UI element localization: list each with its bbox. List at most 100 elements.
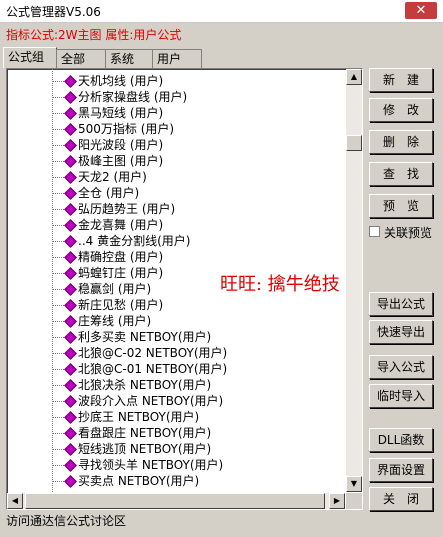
- tree-connector: [52, 161, 64, 162]
- export-formula-button[interactable]: 导出公式: [369, 292, 433, 316]
- tree-connector: [52, 385, 64, 386]
- horizontal-scroll-thumb[interactable]: [25, 493, 325, 509]
- tree-item[interactable]: 天龙2 (用户): [52, 169, 342, 185]
- tree-item-label: 稳赢剑 (用户): [78, 282, 152, 296]
- formula-node-icon: [64, 75, 77, 88]
- quick-export-button[interactable]: 快速导出: [369, 320, 433, 344]
- ui-settings-button[interactable]: 界面设置: [369, 458, 433, 482]
- tree-connector: [52, 97, 64, 98]
- tree-item[interactable]: 北狼@C-02 NETBOY(用户): [52, 345, 342, 361]
- linked-preview-label: 关联预览: [384, 226, 433, 240]
- import-formula-button[interactable]: 导入公式: [369, 355, 433, 379]
- formula-node-icon: [64, 91, 77, 104]
- watermark-text: 旺旺: 擒牛绝技: [220, 274, 340, 295]
- tree-item-label: 精确控盘 (用户): [78, 250, 164, 264]
- tree-item[interactable]: 买卖点 NETBOY(用户): [52, 473, 342, 489]
- tree-item-label: 寻找领头羊 NETBOY(用户): [78, 458, 224, 472]
- tree-item[interactable]: 庄筹线 (用户): [52, 313, 342, 329]
- tree-item-label: 北狼决杀 NETBOY(用户): [78, 378, 212, 392]
- tree-item[interactable]: 天机均线 (用户): [52, 73, 342, 89]
- tree-connector: [52, 129, 64, 130]
- tree-item[interactable]: 分析家操盘线 (用户): [52, 89, 342, 105]
- tree-item[interactable]: 抄底王 NETBOY(用户): [52, 409, 342, 425]
- temp-import-button[interactable]: 临时导入: [369, 384, 433, 408]
- horizontal-scrollbar[interactable]: ◀ ▶: [7, 493, 345, 509]
- tree-item[interactable]: 弘历趋势王 (用户): [52, 201, 342, 217]
- formula-node-icon: [64, 267, 77, 280]
- tree-item-label: 新庄见愁 (用户): [78, 298, 164, 312]
- formula-node-icon: [64, 171, 77, 184]
- formula-node-icon: [64, 235, 77, 248]
- formula-info: 指标公式:2W主图 属性:用户公式: [6, 28, 182, 42]
- tree-connector: [52, 209, 64, 210]
- tree-item-label: 波段介入点 NETBOY(用户): [78, 394, 224, 408]
- dll-functions-button[interactable]: DLL函数: [369, 428, 433, 452]
- tree-connector: [52, 305, 64, 306]
- tree-connector: [52, 337, 64, 338]
- find-button[interactable]: 查 找: [369, 162, 433, 186]
- status-link[interactable]: 访问通达信公式讨论区: [6, 512, 126, 529]
- scroll-right-icon[interactable]: ▶: [329, 493, 345, 509]
- new-button[interactable]: 新 建: [369, 68, 433, 92]
- tree-item-label: 500万指标 (用户): [78, 122, 175, 136]
- tree-item[interactable]: 利多买卖 NETBOY(用户): [52, 329, 342, 345]
- tree-item[interactable]: 黑马短线 (用户): [52, 105, 342, 121]
- tree-item-label: 短线逃顶 NETBOY(用户): [78, 442, 212, 456]
- tree-item-label: 阳光波段 (用户): [78, 138, 164, 152]
- tree-item-label: 北狼@C-02 NETBOY(用户): [78, 346, 228, 360]
- tree-item[interactable]: 北狼@C-01 NETBOY(用户): [52, 361, 342, 377]
- tree-item[interactable]: 北狼决杀 NETBOY(用户): [52, 377, 342, 393]
- checkbox-box[interactable]: [369, 226, 380, 237]
- formula-node-icon: [64, 283, 77, 296]
- tree-item[interactable]: 短线逃顶 NETBOY(用户): [52, 441, 342, 457]
- scroll-up-icon[interactable]: ▲: [346, 69, 362, 85]
- formula-node-icon: [64, 299, 77, 312]
- tree-connector: [52, 481, 64, 482]
- tree-item-label: 利多买卖 NETBOY(用户): [78, 330, 212, 344]
- delete-button[interactable]: 删 除: [369, 130, 433, 154]
- title-bar: 公式管理器V5.06 ✕: [0, 0, 443, 23]
- preview-button[interactable]: 预 览: [369, 194, 433, 218]
- tree-item[interactable]: 看盘跟庄 NETBOY(用户): [52, 425, 342, 441]
- close-button[interactable]: 关 闭: [369, 487, 433, 511]
- tab-system[interactable]: 系统: [105, 49, 155, 68]
- tree-item[interactable]: 波段介入点 NETBOY(用户): [52, 393, 342, 409]
- tree-item-label: 金龙喜舞 (用户): [78, 218, 164, 232]
- tree-item-label: 分析家操盘线 (用户): [78, 90, 188, 104]
- tab-all[interactable]: 全部: [56, 49, 108, 68]
- tree-item-label: 极峰主图 (用户): [78, 154, 164, 168]
- tree-item-label: 看盘跟庄 NETBOY(用户): [78, 426, 212, 440]
- formula-node-icon: [64, 139, 77, 152]
- formula-node-icon: [64, 331, 77, 344]
- formula-node-icon: [64, 459, 77, 472]
- close-window-button[interactable]: ✕: [405, 2, 437, 19]
- formula-node-icon: [64, 443, 77, 456]
- tree-item[interactable]: 全仓 (用户): [52, 185, 342, 201]
- tree-item[interactable]: 金龙喜舞 (用户): [52, 217, 342, 233]
- scroll-down-icon[interactable]: ▼: [346, 476, 362, 492]
- vertical-scrollbar[interactable]: ▲ ▼: [346, 69, 362, 492]
- tree-item[interactable]: 寻找领头羊 NETBOY(用户): [52, 457, 342, 473]
- tree-item[interactable]: 阳光波段 (用户): [52, 137, 342, 153]
- modify-button[interactable]: 修 改: [369, 98, 433, 122]
- vertical-scroll-thumb[interactable]: [346, 135, 362, 151]
- scroll-left-icon[interactable]: ◀: [7, 493, 23, 509]
- tree-connector: [52, 177, 64, 178]
- formula-node-icon: [64, 107, 77, 120]
- tree-connector: [52, 193, 64, 194]
- tree-item-label: 蚂蝗钉庄 (用户): [78, 266, 164, 280]
- tab-formula-group[interactable]: 公式组: [3, 47, 57, 68]
- tree-item-label: 北狼@C-01 NETBOY(用户): [78, 362, 228, 376]
- tree-item[interactable]: 新庄见愁 (用户): [52, 297, 342, 313]
- tree-item-label: ..4 黄金分割线(用户): [78, 234, 191, 248]
- tree-item[interactable]: 极峰主图 (用户): [52, 153, 342, 169]
- tree-connector: [52, 321, 64, 322]
- tree-item[interactable]: 精确控盘 (用户): [52, 249, 342, 265]
- tree-item-label: 全仓 (用户): [78, 186, 140, 200]
- tree-item[interactable]: 500万指标 (用户): [52, 121, 342, 137]
- tree-item[interactable]: ..4 黄金分割线(用户): [52, 233, 342, 249]
- tree-connector: [52, 289, 64, 290]
- tree-item-label: 买卖点 NETBOY(用户): [78, 474, 200, 488]
- tree-connector: [52, 449, 64, 450]
- tab-user[interactable]: 用户: [152, 49, 202, 68]
